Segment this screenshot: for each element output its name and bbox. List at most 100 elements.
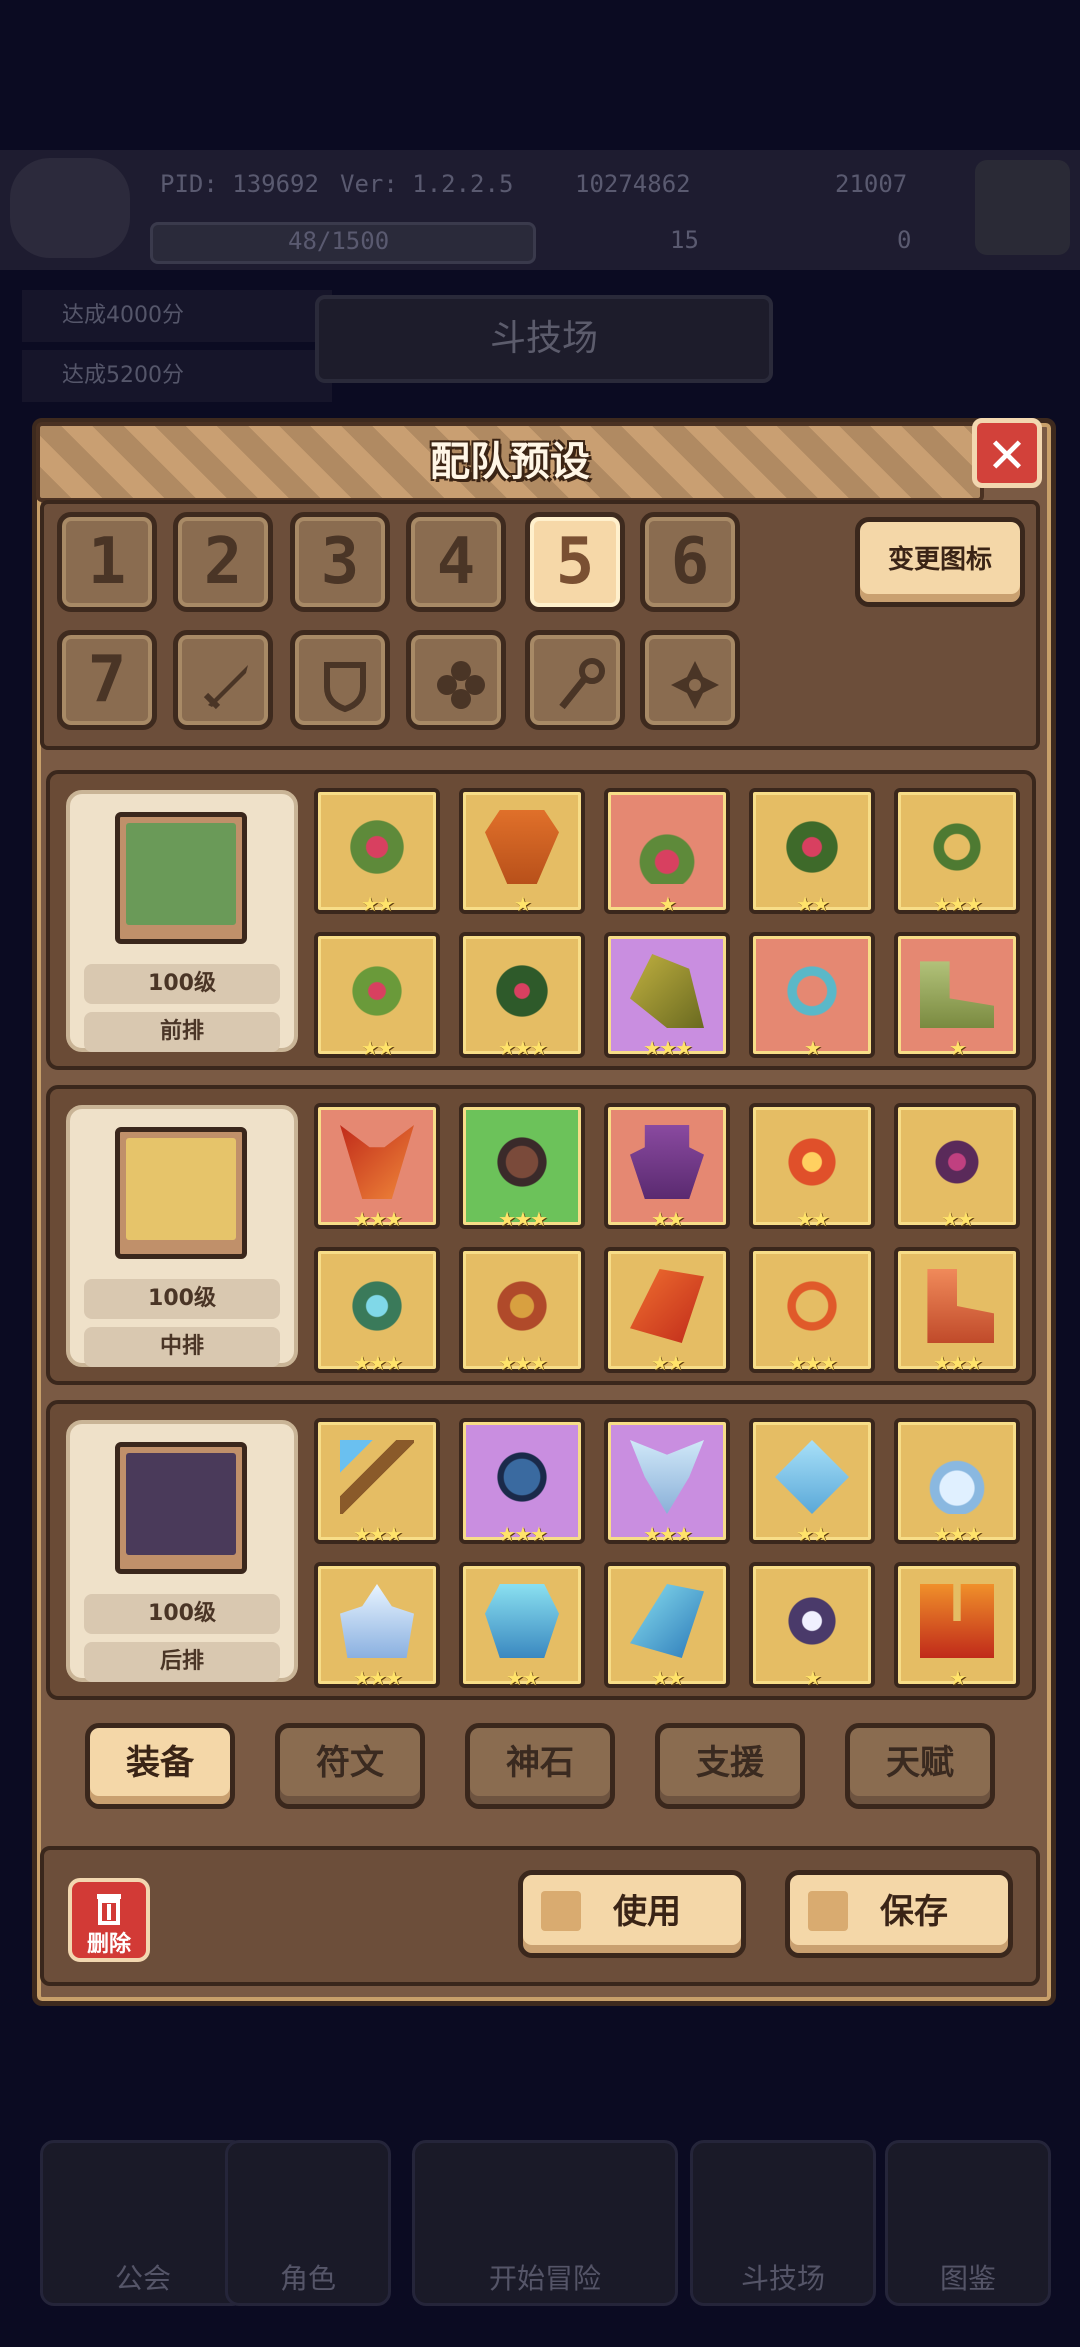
equipment-slot[interactable]: ★★ <box>749 788 875 916</box>
equipment-slot[interactable]: ★★★ <box>314 1562 440 1690</box>
boots-icon <box>920 961 994 1028</box>
equipment-slot[interactable]: ★ <box>604 788 730 916</box>
equipment-slot[interactable]: ★★★ <box>604 932 730 1060</box>
tab-support[interactable]: 支援 <box>655 1723 805 1809</box>
use-button[interactable]: 使用 <box>518 1870 746 1958</box>
preset-slot-7[interactable]: 7 <box>57 630 157 730</box>
tab-divine-stone[interactable]: 神石 <box>465 1723 615 1809</box>
delete-button[interactable]: 删除 <box>68 1878 150 1962</box>
hero-card-middle[interactable]: 100级 中排 <box>66 1105 298 1367</box>
nav-guild[interactable]: 公会 <box>40 2140 246 2306</box>
hero-position: 后排 <box>84 1642 280 1682</box>
status-bar: PID: 139692 Ver: 1.2.2.5 10274862 21007 … <box>0 150 1080 270</box>
equipment-slot[interactable]: ★★★ <box>459 1103 585 1231</box>
equipment-slot[interactable]: ★★ <box>604 1247 730 1375</box>
equipment-slot[interactable]: ★ <box>894 932 1020 1060</box>
nav-arena[interactable]: 斗技场 <box>690 2140 876 2306</box>
dialog-title: 配队预设 <box>430 439 590 485</box>
hero-position: 中排 <box>84 1327 280 1367</box>
nav-character-label: 角色 <box>279 2262 336 2295</box>
staff-icon <box>559 658 605 710</box>
preset-slot-5[interactable]: 5 <box>525 512 625 612</box>
stamina-text: 48/1500 <box>288 227 390 255</box>
equipment-slot[interactable]: ★★ <box>314 932 440 1060</box>
preset-slot-1[interactable]: 1 <box>57 512 157 612</box>
orb-icon <box>485 1125 559 1199</box>
equipment-slot[interactable]: ★★★ <box>314 1418 440 1546</box>
equipment-slot[interactable]: ★★ <box>749 1418 875 1546</box>
armor-icon <box>485 1269 559 1343</box>
tab-equipment[interactable]: 装备 <box>85 1723 235 1809</box>
equipment-slot[interactable]: ★★★ <box>894 1418 1020 1546</box>
equipment-slot[interactable]: ★ <box>894 1562 1020 1690</box>
gauntlet-icon <box>630 954 704 1028</box>
equipment-slot[interactable]: ★★★ <box>314 1247 440 1375</box>
team-panel-middle: 100级 中排 ★★★ ★★★ ★★ ★★ ★★ ★★★ ★★★ ★★ ★★★ … <box>46 1085 1036 1385</box>
staff-icon <box>340 1440 414 1514</box>
equipment-slot[interactable]: ★ <box>749 932 875 1060</box>
tab-talent[interactable]: 天赋 <box>845 1723 995 1809</box>
nav-start-adventure[interactable]: 开始冒险 <box>412 2140 678 2306</box>
bracelet-icon <box>775 1269 849 1343</box>
orb-icon <box>485 1440 559 1514</box>
equipment-slot[interactable]: ★★ <box>604 1562 730 1690</box>
preset-slot-shield[interactable] <box>290 630 390 730</box>
save-button[interactable]: 保存 <box>785 1870 1013 1958</box>
gauntlet-icon <box>630 1269 704 1343</box>
equipment-slot[interactable]: ★ <box>459 788 585 916</box>
preset-slot-flower[interactable] <box>640 630 740 730</box>
equipment-slot[interactable]: ★★★ <box>459 1418 585 1546</box>
preset-slot-staff[interactable] <box>525 630 625 730</box>
equipment-slot[interactable]: ★ <box>749 1562 875 1690</box>
equipment-slot[interactable]: ★★★ <box>894 788 1020 916</box>
equipment-slot[interactable]: ★★★ <box>459 932 585 1060</box>
hero-card-back[interactable]: 100级 后排 <box>66 1420 298 1682</box>
preset-slot-6[interactable]: 6 <box>640 512 740 612</box>
chalice-icon <box>485 810 559 884</box>
preset-slot-2[interactable]: 2 <box>173 512 273 612</box>
preset-slot-sword[interactable] <box>173 630 273 730</box>
hero-position: 前排 <box>84 1012 280 1052</box>
gem-count: 21007 <box>835 170 908 198</box>
hero-level: 100级 <box>84 1594 280 1634</box>
blonde-hero-portrait <box>115 1127 247 1259</box>
hero-card-front[interactable]: 100级 前排 <box>66 790 298 1052</box>
preset-slot-3[interactable]: 3 <box>290 512 390 612</box>
nav-arena-label: 斗技场 <box>740 2262 825 2295</box>
equipment-slot[interactable]: ★★ <box>894 1103 1020 1231</box>
bracelet-icon <box>775 1584 849 1658</box>
armor-icon <box>485 954 559 1028</box>
nav-start-label: 开始冒险 <box>488 2262 601 2295</box>
necklace-icon <box>340 810 414 884</box>
tab-runes[interactable]: 符文 <box>275 1723 425 1809</box>
equipment-slot[interactable]: ★★ <box>459 1562 585 1690</box>
settings-button[interactable] <box>975 160 1070 255</box>
close-button[interactable]: ✕ <box>972 418 1042 488</box>
close-icon: ✕ <box>986 428 1028 484</box>
equipment-slot[interactable]: ★★★ <box>894 1247 1020 1375</box>
quest-item-2: 达成5200分 <box>22 350 332 402</box>
equipment-slot[interactable]: ★★★ <box>459 1247 585 1375</box>
armor-icon <box>485 1584 559 1658</box>
helmet-icon <box>340 954 414 1028</box>
preset-slot-4[interactable]: 4 <box>406 512 506 612</box>
crystal-icon <box>775 1440 849 1514</box>
gem-icon <box>775 1125 849 1199</box>
ring-icon <box>920 1125 994 1199</box>
equipment-slot[interactable]: ★★ <box>604 1103 730 1231</box>
clover-count: 15 <box>670 226 699 254</box>
equipment-slot[interactable]: ★★ <box>314 788 440 916</box>
equipment-slot[interactable]: ★★ <box>749 1103 875 1231</box>
equipment-slot[interactable]: ★★★ <box>749 1247 875 1375</box>
shield-icon <box>324 662 366 713</box>
version-text: Ver: 1.2.2.5 <box>340 170 514 198</box>
change-icon-button[interactable]: 变更图标 <box>855 517 1025 607</box>
nav-character[interactable]: 角色 <box>225 2140 391 2306</box>
equipment-slot[interactable]: ★★★ <box>314 1103 440 1231</box>
nav-codex[interactable]: 图鉴 <box>885 2140 1051 2306</box>
key-count: 0 <box>897 226 912 254</box>
save-label: 保存 <box>880 1892 948 1932</box>
equipment-slot[interactable]: ★★★ <box>604 1418 730 1546</box>
claw-icon <box>340 1125 414 1199</box>
preset-slot-clover[interactable] <box>406 630 506 730</box>
